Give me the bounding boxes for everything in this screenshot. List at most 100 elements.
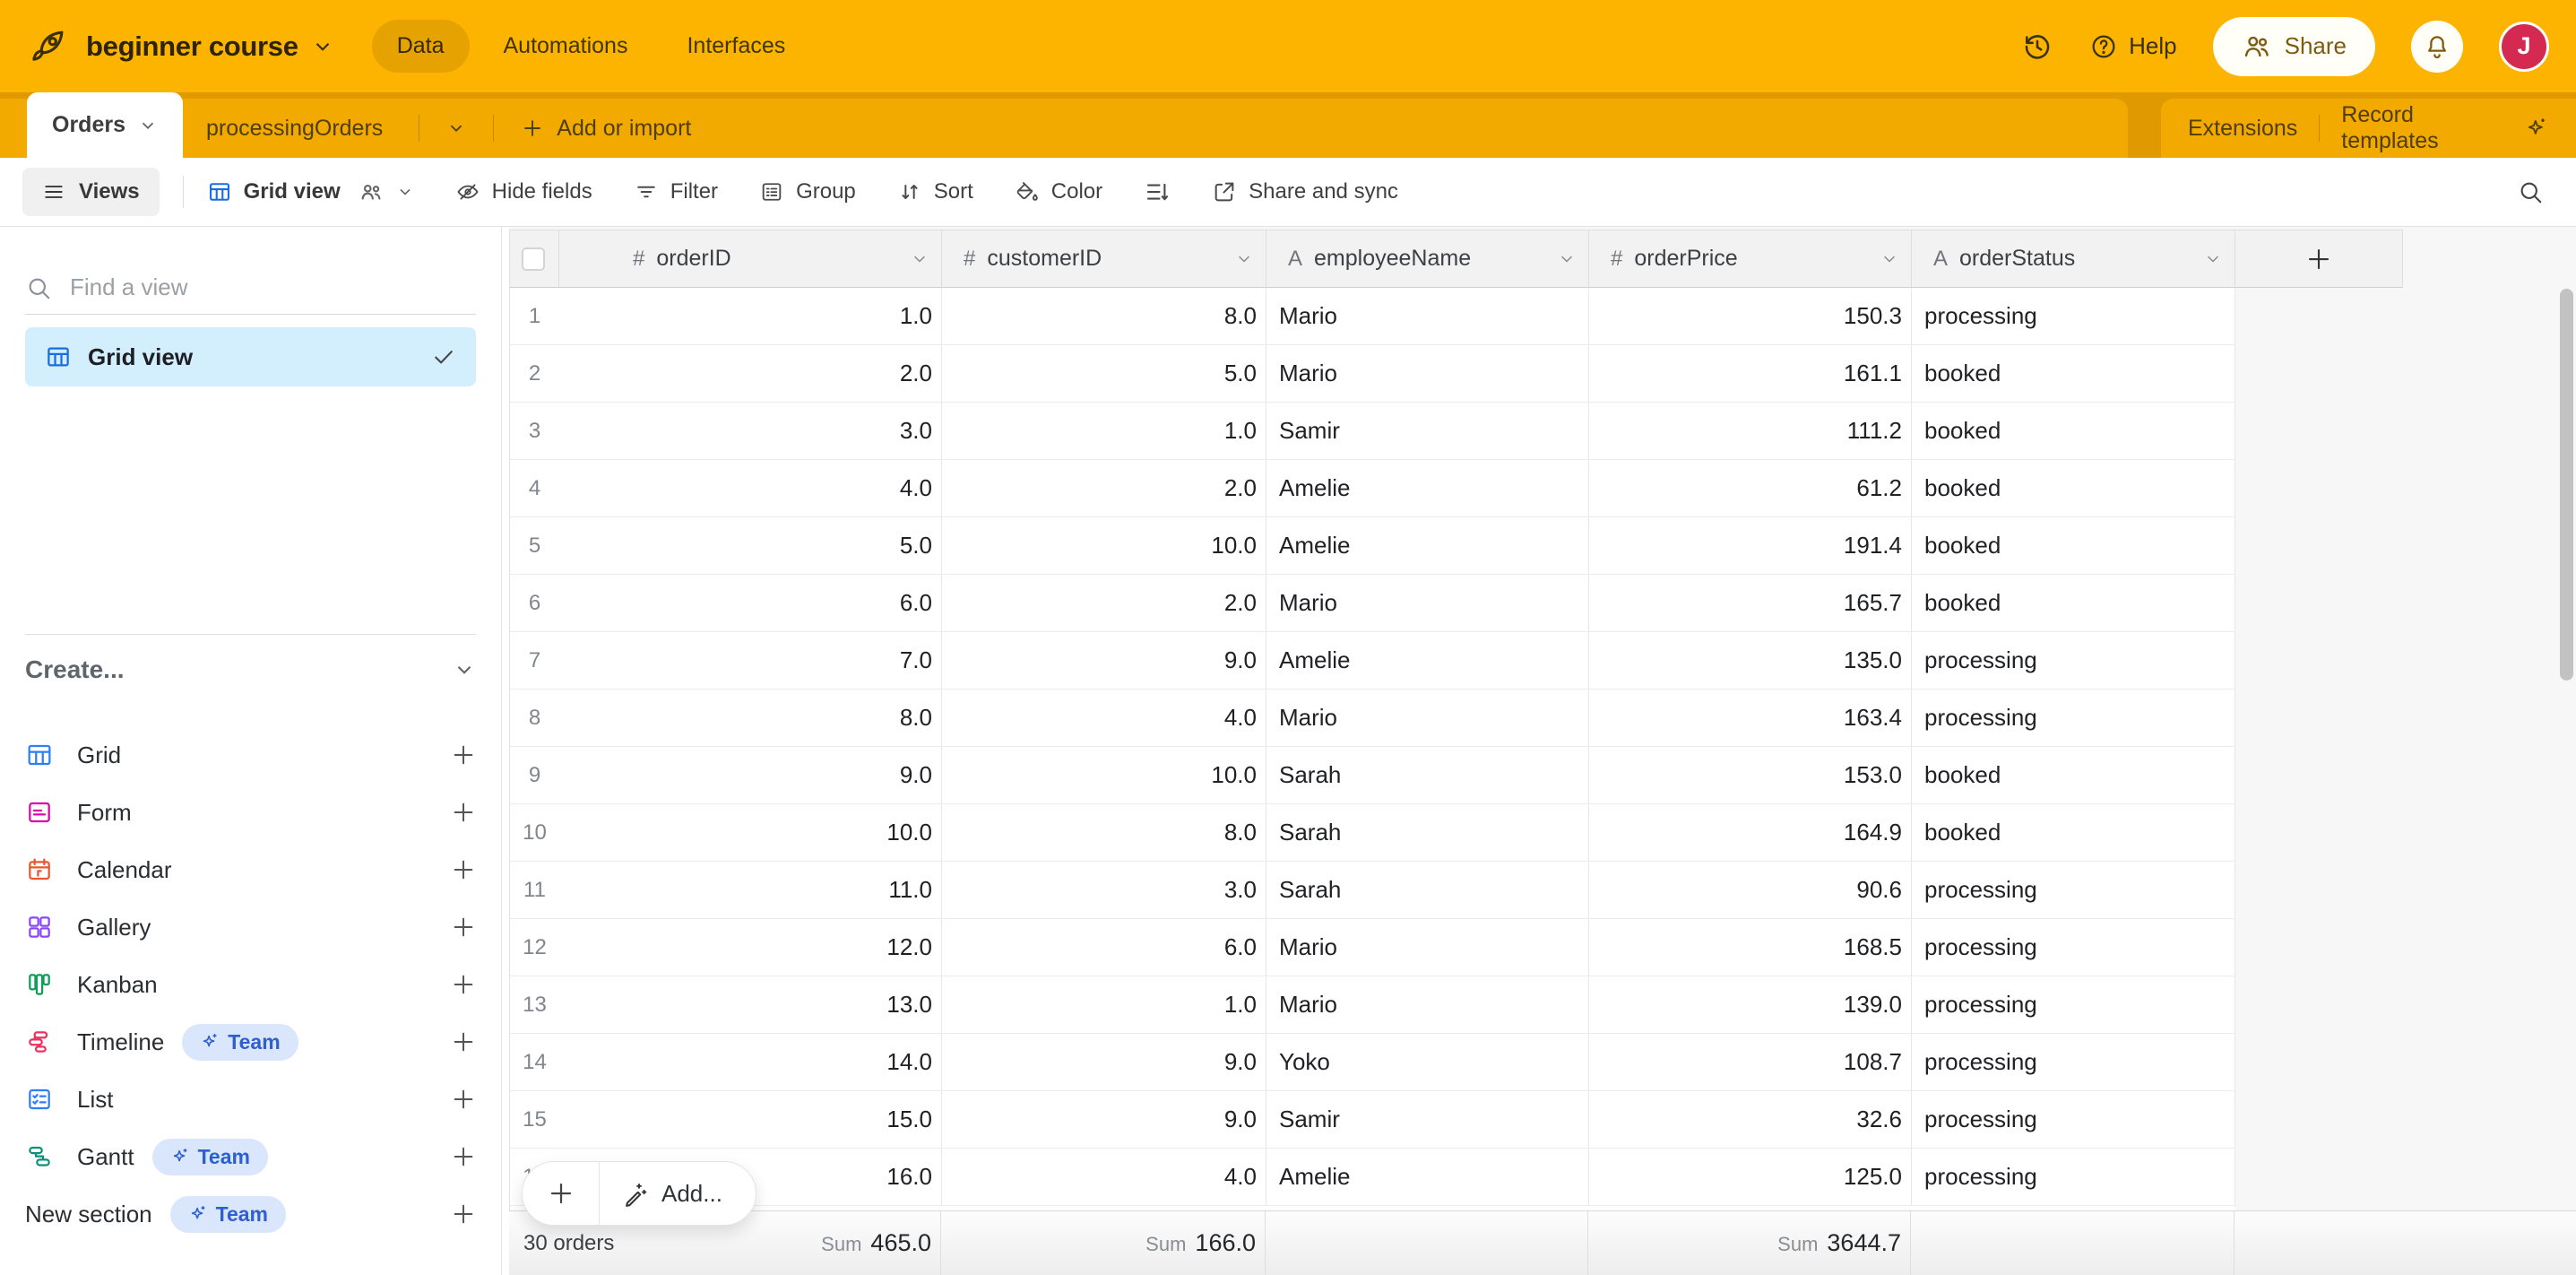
cell-orderID[interactable]: 14.0 — [559, 1034, 942, 1090]
cell-orderID[interactable]: 1.0 — [559, 288, 942, 344]
cell-customerID[interactable]: 9.0 — [942, 632, 1266, 689]
sum-orderPrice[interactable]: Sum 3644.7 — [1777, 1229, 1901, 1257]
row-number-cell[interactable]: 6 — [510, 575, 559, 631]
cell-employeeName[interactable]: Amelie — [1266, 632, 1589, 689]
column-header-orderPrice[interactable]: #orderPrice — [1589, 230, 1912, 288]
cell-employeeName[interactable]: Mario — [1266, 575, 1589, 631]
cell-customerID[interactable]: 5.0 — [942, 345, 1266, 402]
cell-employeeName[interactable]: Mario — [1266, 976, 1589, 1033]
cell-orderPrice[interactable]: 135.0 — [1589, 632, 1912, 689]
cell-customerID[interactable]: 8.0 — [942, 804, 1266, 861]
cell-orderStatus[interactable]: booked — [1912, 804, 2235, 861]
cell-orderStatus[interactable]: processing — [1912, 690, 2235, 746]
cell-orderStatus[interactable]: booked — [1912, 403, 2235, 459]
cell-customerID[interactable]: 2.0 — [942, 575, 1266, 631]
cell-orderPrice[interactable]: 111.2 — [1589, 403, 1912, 459]
cell-orderStatus[interactable]: processing — [1912, 288, 2235, 344]
row-number-cell[interactable]: 12 — [510, 919, 559, 976]
nav-tab-data[interactable]: Data — [372, 20, 470, 73]
extensions-button[interactable]: Extensions — [2179, 116, 2306, 142]
cell-orderID[interactable]: 7.0 — [559, 632, 942, 689]
row-number-cell[interactable]: 4 — [510, 460, 559, 516]
nav-tab-automations[interactable]: Automations — [479, 20, 653, 73]
cell-customerID[interactable]: 2.0 — [942, 460, 1266, 516]
cell-orderID[interactable]: 15.0 — [559, 1091, 942, 1148]
cell-orderPrice[interactable]: 168.5 — [1589, 919, 1912, 976]
cell-employeeName[interactable]: Mario — [1266, 345, 1589, 402]
cell-orderID[interactable]: 13.0 — [559, 976, 942, 1033]
group-button[interactable]: Group — [759, 179, 856, 204]
cell-customerID[interactable]: 10.0 — [942, 747, 1266, 803]
row-number-cell[interactable]: 1 — [510, 288, 559, 344]
row-number-cell[interactable]: 3 — [510, 403, 559, 459]
share-button[interactable]: Share — [2213, 17, 2375, 76]
cell-orderStatus[interactable]: processing — [1912, 1149, 2235, 1205]
cell-orderID[interactable]: 9.0 — [559, 747, 942, 803]
cell-orderStatus[interactable]: booked — [1912, 460, 2235, 516]
cell-orderPrice[interactable]: 165.7 — [1589, 575, 1912, 631]
cell-customerID[interactable]: 4.0 — [942, 690, 1266, 746]
cell-employeeName[interactable]: Sarah — [1266, 747, 1589, 803]
cell-customerID[interactable]: 4.0 — [942, 1149, 1266, 1205]
cell-orderID[interactable]: 6.0 — [559, 575, 942, 631]
row-number-cell[interactable]: 15 — [510, 1091, 559, 1148]
row-number-cell[interactable]: 9 — [510, 747, 559, 803]
sum-orderID[interactable]: Sum 465.0 — [821, 1229, 931, 1257]
add-field-button[interactable] — [2235, 230, 2403, 288]
cell-orderPrice[interactable]: 150.3 — [1589, 288, 1912, 344]
row-number-cell[interactable]: 11 — [510, 862, 559, 918]
cell-orderStatus[interactable]: booked — [1912, 345, 2235, 402]
row-height-button[interactable] — [1144, 178, 1171, 205]
table-list-dropdown[interactable] — [432, 118, 480, 138]
cell-orderStatus[interactable]: processing — [1912, 976, 2235, 1033]
cell-orderID[interactable]: 3.0 — [559, 403, 942, 459]
create-item-gantt[interactable]: GanttTeam — [25, 1128, 476, 1185]
help-button[interactable]: Help — [2089, 32, 2176, 61]
workspace-title[interactable]: beginner course — [86, 30, 298, 63]
cell-orderID[interactable]: 12.0 — [559, 919, 942, 976]
column-header-orderStatus[interactable]: AorderStatus — [1912, 230, 2235, 288]
cell-employeeName[interactable]: Amelie — [1266, 517, 1589, 574]
cell-employeeName[interactable]: Sarah — [1266, 862, 1589, 918]
cell-customerID[interactable]: 3.0 — [942, 862, 1266, 918]
create-item-grid[interactable]: Grid — [25, 726, 476, 784]
cell-employeeName[interactable]: Samir — [1266, 403, 1589, 459]
hide-fields-button[interactable]: Hide fields — [455, 179, 592, 204]
row-number-cell[interactable]: 8 — [510, 690, 559, 746]
find-view-input[interactable]: Find a view — [25, 261, 476, 315]
cell-orderPrice[interactable]: 90.6 — [1589, 862, 1912, 918]
cell-employeeName[interactable]: Samir — [1266, 1091, 1589, 1148]
add-record-button[interactable] — [523, 1162, 600, 1225]
row-number-cell[interactable]: 13 — [510, 976, 559, 1033]
create-item-gallery[interactable]: Gallery — [25, 898, 476, 956]
cell-customerID[interactable]: 6.0 — [942, 919, 1266, 976]
row-number-cell[interactable]: 7 — [510, 632, 559, 689]
cell-customerID[interactable]: 8.0 — [942, 288, 1266, 344]
tab-processing-orders[interactable]: processingOrders — [183, 99, 406, 158]
cell-orderStatus[interactable]: processing — [1912, 862, 2235, 918]
cell-customerID[interactable]: 1.0 — [942, 403, 1266, 459]
share-and-sync-button[interactable]: Share and sync — [1212, 179, 1398, 204]
nav-tab-interfaces[interactable]: Interfaces — [661, 20, 810, 73]
row-number-cell[interactable]: 5 — [510, 517, 559, 574]
cell-orderPrice[interactable]: 139.0 — [1589, 976, 1912, 1033]
create-item-kanban[interactable]: Kanban — [25, 956, 476, 1013]
cell-orderPrice[interactable]: 153.0 — [1589, 747, 1912, 803]
cell-customerID[interactable]: 1.0 — [942, 976, 1266, 1033]
cell-orderPrice[interactable]: 161.1 — [1589, 345, 1912, 402]
cell-orderID[interactable]: 2.0 — [559, 345, 942, 402]
current-view-button[interactable]: Grid view — [207, 178, 414, 205]
cell-orderStatus[interactable]: processing — [1912, 919, 2235, 976]
cell-orderPrice[interactable]: 163.4 — [1589, 690, 1912, 746]
cell-orderID[interactable]: 8.0 — [559, 690, 942, 746]
cell-customerID[interactable]: 10.0 — [942, 517, 1266, 574]
cell-orderStatus[interactable]: booked — [1912, 747, 2235, 803]
create-item-list[interactable]: List — [25, 1071, 476, 1128]
cell-orderStatus[interactable]: processing — [1912, 1091, 2235, 1148]
create-item-calendar[interactable]: Calendar — [25, 841, 476, 898]
create-item-form[interactable]: Form — [25, 784, 476, 841]
record-templates-button[interactable]: Record templates — [2332, 102, 2558, 154]
chevron-down-icon[interactable] — [138, 116, 158, 135]
create-item-timeline[interactable]: TimelineTeam — [25, 1013, 476, 1071]
cell-employeeName[interactable]: Mario — [1266, 690, 1589, 746]
